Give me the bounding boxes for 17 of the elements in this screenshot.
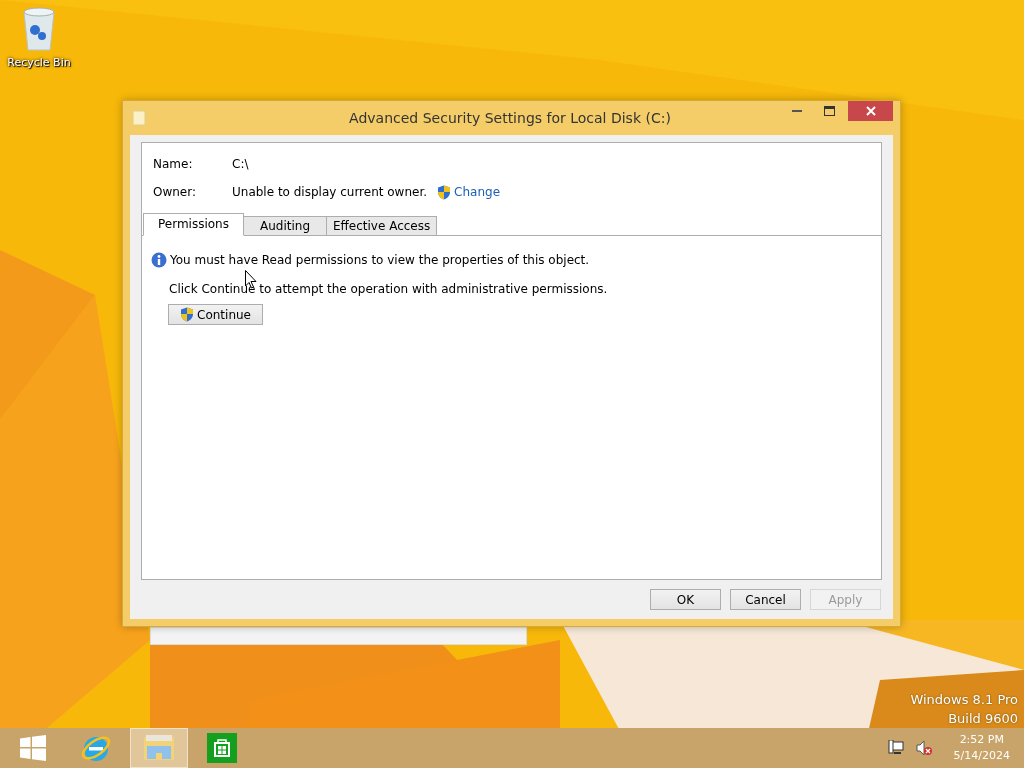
change-link[interactable]: Change — [454, 185, 501, 199]
field-label: Name: — [153, 157, 194, 171]
continue-button[interactable]: Continue — [168, 304, 263, 325]
field-value: Unable to display current owner. — [232, 185, 428, 199]
dialog-button[interactable]: Cancel — [730, 589, 801, 610]
build-text: Build 9600 — [948, 711, 1018, 726]
tab[interactable]: Effective Access — [326, 216, 438, 235]
tab[interactable]: Auditing — [243, 216, 327, 235]
field-value: C:\ — [232, 157, 249, 171]
window-title: Advanced Security Settings for Local Disk (C:) — [348, 110, 672, 126]
desktop-icon-label: Recycle Bin — [7, 56, 71, 69]
tab[interactable]: Permissions — [143, 213, 244, 236]
field-label: Owner: — [153, 185, 197, 199]
instruction-text: Click Continue to attempt the operation with administrative permissions. — [169, 282, 609, 296]
info-message: You must have Read permissions to view the properties of this object. — [170, 253, 590, 267]
edition-text: Windows 8.1 Pro — [910, 692, 1018, 707]
dialog-button[interactable]: OK — [650, 589, 721, 610]
